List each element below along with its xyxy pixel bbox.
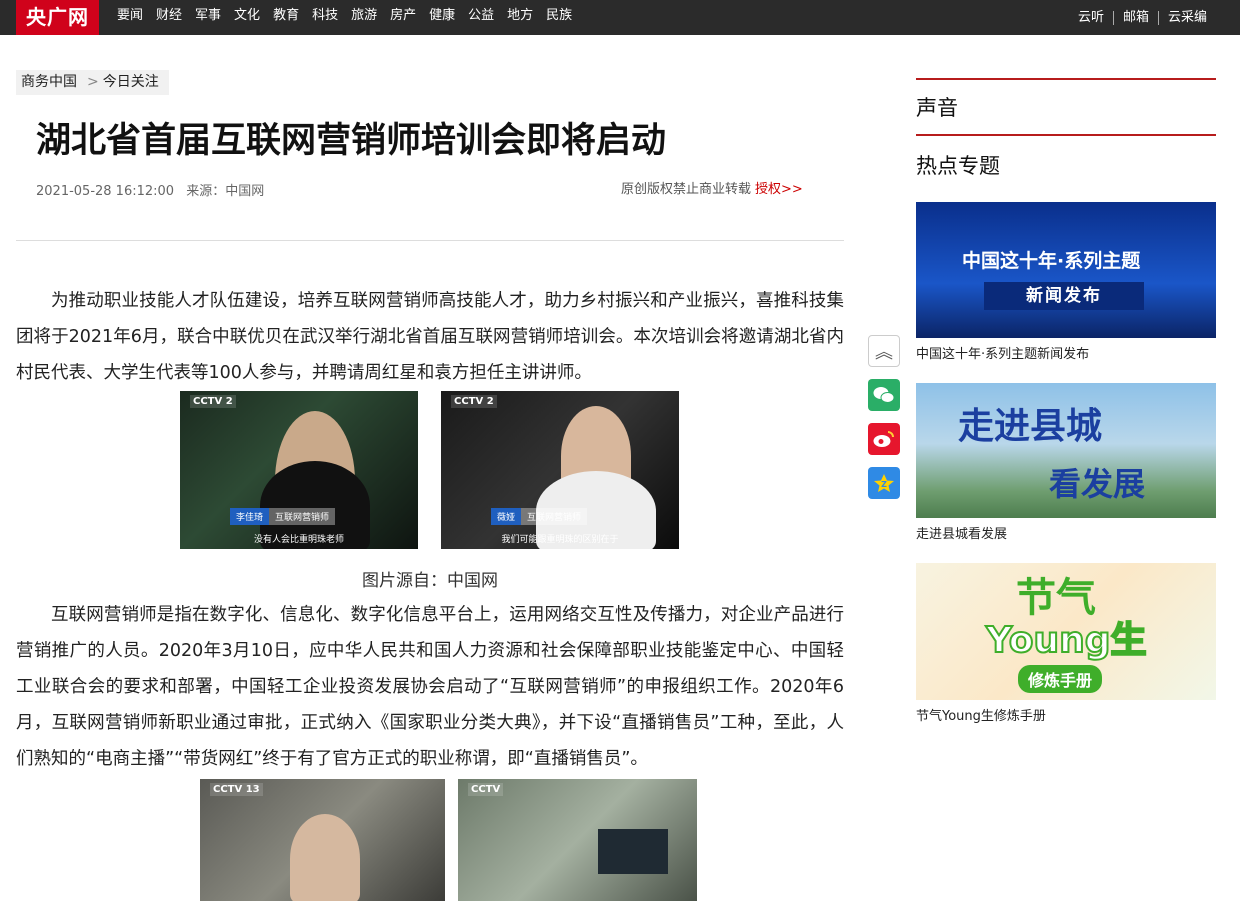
cctv-logo: CCTV 13 [210,783,263,796]
nav-item[interactable]: 房产 [390,0,416,35]
video-subtitle: 我们可能跟重明珠的区别在于 [501,535,619,545]
cctv-logo: CCTV 2 [451,395,497,408]
article-source: 来源：中国网 [186,184,265,199]
nav-item[interactable]: 公益 [468,0,494,35]
lower-third-name: 薇娅 [491,508,522,525]
publish-date: 2021-05-28 16:12:00 [36,184,175,199]
mail-link[interactable]: 邮箱 [1112,10,1158,25]
promo-banner-1[interactable]: 中国这十年·系列主题 新闻发布 [916,202,1216,338]
yunting-link[interactable]: 云听 [1069,10,1113,25]
promo-line1: 中国这十年·系列主题 [962,250,1141,272]
promo-line1: 走进县城 [958,406,1103,447]
qzone-icon[interactable]: Z [868,467,900,499]
weibo-icon[interactable] [868,423,900,455]
nav-item[interactable]: 财经 [156,0,182,35]
article-paragraph-1: 为推动职业技能人才队伍建设，培养互联网营销师高技能人才，助力乡村振兴和产业振兴，… [16,291,844,383]
lower-third: 李佳琦 互联网营销师 [230,508,336,525]
nav-item[interactable]: 教育 [273,0,299,35]
copyright-text: 原创版权禁止商业转载 [621,182,752,197]
double-chevron-up-icon[interactable]: ︽ [868,335,900,367]
promo-caption-2[interactable]: 走进县城看发展 [916,523,1007,542]
yuncaibian-link[interactable]: 云采编 [1157,10,1216,25]
nav-item[interactable]: 旅游 [351,0,377,35]
top-right-links: 云听 邮箱 云采编 [1069,0,1216,35]
breadcrumb-separator: > [87,74,99,90]
cctv-logo: CCTV [468,783,504,796]
lower-third: 薇娅 互联网营销师 [491,508,588,525]
lower-third-role: 互联网营销师 [269,508,336,525]
breadcrumb-section[interactable]: 商务中国 [21,70,77,95]
site-logo[interactable]: 央广网 [16,0,99,35]
promo-line2: 新闻发布 [984,282,1144,310]
svg-text:Z: Z [881,480,887,489]
copyright-notice: 原创版权禁止商业转载 授权>> [621,178,803,197]
breadcrumb-current[interactable]: 今日关注 [103,70,159,95]
image-caption: 图片源自：中国网 [362,571,498,591]
promo-line3: 修炼手册 [1018,665,1103,693]
nav-item[interactable]: 民族 [546,0,572,35]
nav-item[interactable]: 健康 [429,0,455,35]
article-image-2: CCTV 2 薇娅 互联网营销师 我们可能跟重明珠的区别在于 [441,391,679,549]
article-image-1: CCTV 2 李佳琦 互联网营销师 没有人会比重明珠老师 [180,391,418,549]
lower-third-role: 互联网营销师 [521,508,588,525]
authorize-link[interactable]: 授权>> [755,182,803,197]
promo-caption-3[interactable]: 节气Young生修炼手册 [916,705,1046,724]
article-title: 湖北省首届互联网营销师培训会即将启动 [36,121,667,161]
nav-item[interactable]: 文化 [234,0,260,35]
nav-item[interactable]: 地方 [507,0,533,35]
promo-line2: Young生 [985,619,1148,662]
nav-item[interactable]: 军事 [195,0,221,35]
article-meta: 2021-05-28 16:12:00 来源：中国网 [36,180,272,199]
promo-line2: 看发展 [1049,465,1146,503]
voice-heading: 声音 [916,96,958,120]
article-image-4: CCTV [458,779,697,901]
lower-third-name: 李佳琦 [230,508,270,525]
main-nav: 要闻 财经 军事 文化 教育 科技 旅游 房产 健康 公益 地方 民族 [117,0,585,35]
hot-topics-heading: 热点专题 [916,154,1000,178]
article-paragraph-2: 互联网营销师是指在数字化、信息化、数字化信息平台上，运用网络交互性及传播力，对企… [16,605,844,769]
video-subtitle: 没有人会比重明珠老师 [253,535,344,545]
voice-rule [916,78,1216,80]
cctv-logo: CCTV 2 [190,395,236,408]
top-bar: 央广网 要闻 财经 军事 文化 教育 科技 旅游 房产 健康 公益 地方 民族 … [0,0,1240,35]
nav-item[interactable]: 要闻 [117,0,143,35]
topics-rule [916,134,1216,136]
promo-banner-3[interactable]: 节气 Young生 修炼手册 [916,563,1216,700]
nav-item[interactable]: 科技 [312,0,338,35]
wechat-icon[interactable] [868,379,900,411]
breadcrumb: 商务中国 > 今日关注 [16,70,169,95]
promo-banner-2[interactable]: 走进县城 看发展 [916,383,1216,518]
article-image-3: CCTV 13 [200,779,445,901]
title-divider [16,240,844,241]
promo-caption-1[interactable]: 中国这十年·系列主题新闻发布 [916,343,1089,362]
